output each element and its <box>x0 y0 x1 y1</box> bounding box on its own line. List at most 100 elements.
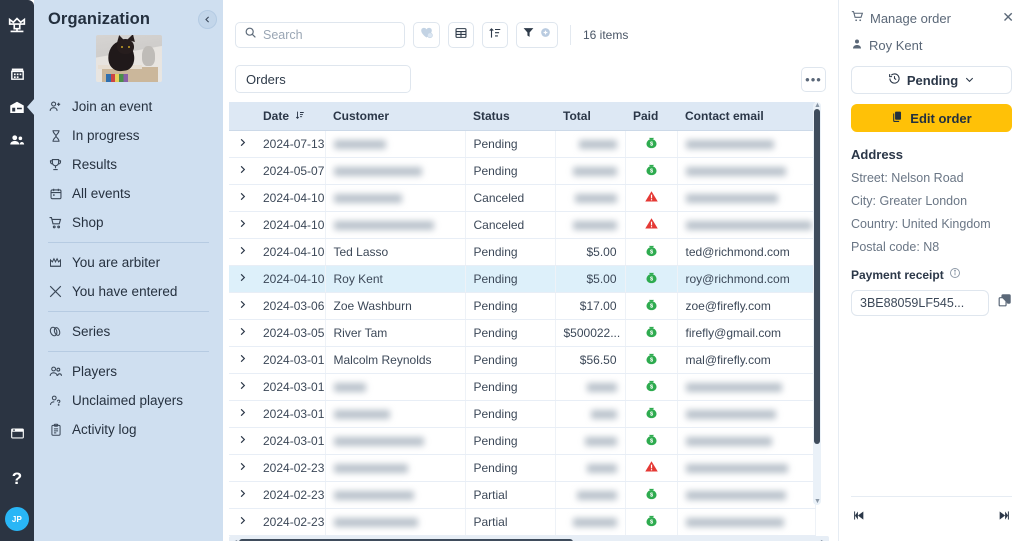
address-city: City: Greater London <box>851 194 968 208</box>
rail-item-people[interactable] <box>0 123 34 156</box>
search-placeholder: Search <box>263 28 303 42</box>
table-head: Date Customer Status Total Paid Contact … <box>229 102 815 131</box>
cell-contact-email <box>677 400 816 428</box>
cell-status: Pending <box>465 157 556 185</box>
rail-item-calendar[interactable] <box>0 57 34 90</box>
row-expand-chevron-icon[interactable] <box>229 508 255 536</box>
col-date[interactable]: Date <box>255 102 325 131</box>
cell-contact-email: roy@richmond.com <box>677 265 816 293</box>
cell-paid <box>625 184 678 212</box>
table-row[interactable]: 2024-03-01 Pending $ <box>229 400 816 428</box>
edit-order-label: Edit order <box>910 110 972 126</box>
cell-date: 2024-02-23 <box>255 454 326 482</box>
sidebar-item-you-are-arbiter[interactable]: You are arbiter <box>34 248 223 277</box>
cell-status: Partial <box>465 481 556 509</box>
sort-button[interactable] <box>482 22 508 48</box>
table-row[interactable]: 2024-02-23 Pending <box>229 454 816 482</box>
table-row[interactable]: 2024-03-01 Malcolm Reynolds Pending $56.50 $… <box>229 346 816 374</box>
avatar[interactable]: JP <box>5 507 29 531</box>
sidebar-collapse-button[interactable] <box>198 10 217 29</box>
money-bag-icon: $ <box>644 380 659 396</box>
table-row[interactable]: 2024-02-23 Partial $ <box>229 481 816 509</box>
address-street: Street: Nelson Road <box>851 171 964 185</box>
row-expand-chevron-icon[interactable] <box>229 373 255 401</box>
table-row[interactable]: 2024-04-10 Roy Kent Pending $5.00 $ roy@richm… <box>229 265 816 293</box>
rail-item-organization[interactable] <box>0 90 34 123</box>
col-customer[interactable]: Customer <box>325 102 465 131</box>
sidebar-item-shop[interactable]: Shop <box>34 208 223 237</box>
search-input[interactable]: Search <box>235 22 405 48</box>
row-expand-chevron-icon[interactable] <box>229 265 255 293</box>
table-horizontal-scrollbar[interactable]: ◀ ▶ <box>229 536 829 541</box>
cell-total <box>555 157 626 185</box>
info-icon[interactable] <box>949 267 961 282</box>
money-bag-icon: $ <box>644 407 659 423</box>
edit-order-button[interactable]: Edit order <box>851 104 1012 132</box>
table-row[interactable]: 2024-03-06 Zoe Washburn Pending $17.00 $ zoe@… <box>229 292 816 320</box>
sidebar-item-in-progress[interactable]: In progress <box>34 121 223 150</box>
copy-icon[interactable] <box>997 293 1012 313</box>
row-expand-chevron-icon[interactable] <box>229 346 255 374</box>
table-row[interactable]: 2024-05-07 Pending $ <box>229 157 816 185</box>
sidebar-item-series[interactable]: Series <box>34 317 223 346</box>
skip-last-icon[interactable] <box>996 509 1012 527</box>
sidebar-item-results[interactable]: Results <box>34 150 223 179</box>
sidebar-item-all-events[interactable]: All events <box>34 179 223 208</box>
sidebar-item-you-have-entered[interactable]: You have entered <box>34 277 223 306</box>
user-plus-icon <box>48 99 63 114</box>
user-question-icon <box>48 393 63 408</box>
table-row[interactable]: 2024-03-01 Pending $ <box>229 427 816 455</box>
skip-first-icon[interactable] <box>851 509 867 527</box>
row-expand-chevron-icon[interactable] <box>229 238 255 266</box>
row-expand-chevron-icon[interactable] <box>229 427 255 455</box>
table-vertical-scrollbar[interactable]: ▲ ▼ <box>813 102 821 505</box>
cell-total: $500022... <box>555 319 626 347</box>
row-expand-chevron-icon[interactable] <box>229 211 255 239</box>
row-expand-chevron-icon[interactable] <box>229 157 255 185</box>
trophy-icon <box>48 157 63 172</box>
table-row[interactable]: 2024-04-10 Ted Lasso Pending $5.00 $ ted@rich… <box>229 238 816 266</box>
table-row[interactable]: 2024-03-05 River Tam Pending $500022... $ fir… <box>229 319 816 347</box>
payment-receipt-input[interactable]: 3BE88059LF545... <box>851 290 989 316</box>
row-expand-chevron-icon[interactable] <box>229 481 255 509</box>
sidebar-item-activity-log[interactable]: Activity log <box>34 415 223 444</box>
row-expand-chevron-icon[interactable] <box>229 292 255 320</box>
payment-receipt-row: 3BE88059LF545... <box>851 290 1012 316</box>
table-row[interactable]: 2024-04-10 Canceled <box>229 211 816 239</box>
tab-orders[interactable]: Orders <box>235 65 411 93</box>
help-icon[interactable]: ? <box>0 462 34 495</box>
favorites-button[interactable] <box>413 22 440 48</box>
table-header-row: Date Customer Status Total Paid Contact … <box>229 102 815 131</box>
cell-contact-email <box>677 508 816 536</box>
sidebar-item-join-an-event[interactable]: Join an event <box>34 92 223 121</box>
panel-header: Manage order <box>851 10 1012 26</box>
table-row[interactable]: 2024-02-23 Partial $ <box>229 508 816 536</box>
row-expand-chevron-icon[interactable] <box>229 130 255 158</box>
col-paid[interactable]: Paid <box>625 102 677 131</box>
add-filter-button[interactable] <box>516 22 558 48</box>
crown-logo-icon[interactable] <box>0 8 34 41</box>
table-row[interactable]: 2024-03-01 Pending $ <box>229 373 816 401</box>
row-expand-chevron-icon[interactable] <box>229 454 255 482</box>
cell-paid <box>625 211 678 239</box>
row-expand-chevron-icon[interactable] <box>229 319 255 347</box>
sidebar-item-players[interactable]: Players <box>34 357 223 386</box>
table-row[interactable]: 2024-07-13 Pending $ <box>229 130 816 158</box>
col-total[interactable]: Total <box>555 102 625 131</box>
col-status[interactable]: Status <box>465 102 555 131</box>
row-expand-chevron-icon[interactable] <box>229 184 255 212</box>
close-icon[interactable]: ✕ <box>1002 10 1014 24</box>
order-customer: Roy Kent <box>851 38 1012 53</box>
order-status-dropdown[interactable]: Pending <box>851 66 1012 94</box>
sidebar-item-unclaimed-players[interactable]: Unclaimed players <box>34 386 223 415</box>
plus-circle-icon <box>539 26 552 44</box>
cell-date: 2024-03-01 <box>255 373 326 401</box>
columns-button[interactable] <box>448 22 474 48</box>
col-contact-email[interactable]: Contact email <box>677 102 815 131</box>
scrollbar-thumb[interactable] <box>814 109 820 444</box>
table-row[interactable]: 2024-04-10 Canceled <box>229 184 816 212</box>
sidebar-item-label: You are arbiter <box>72 255 161 270</box>
row-expand-chevron-icon[interactable] <box>229 400 255 428</box>
window-icon[interactable] <box>0 417 34 450</box>
tab-more-button[interactable]: ••• <box>801 66 826 92</box>
